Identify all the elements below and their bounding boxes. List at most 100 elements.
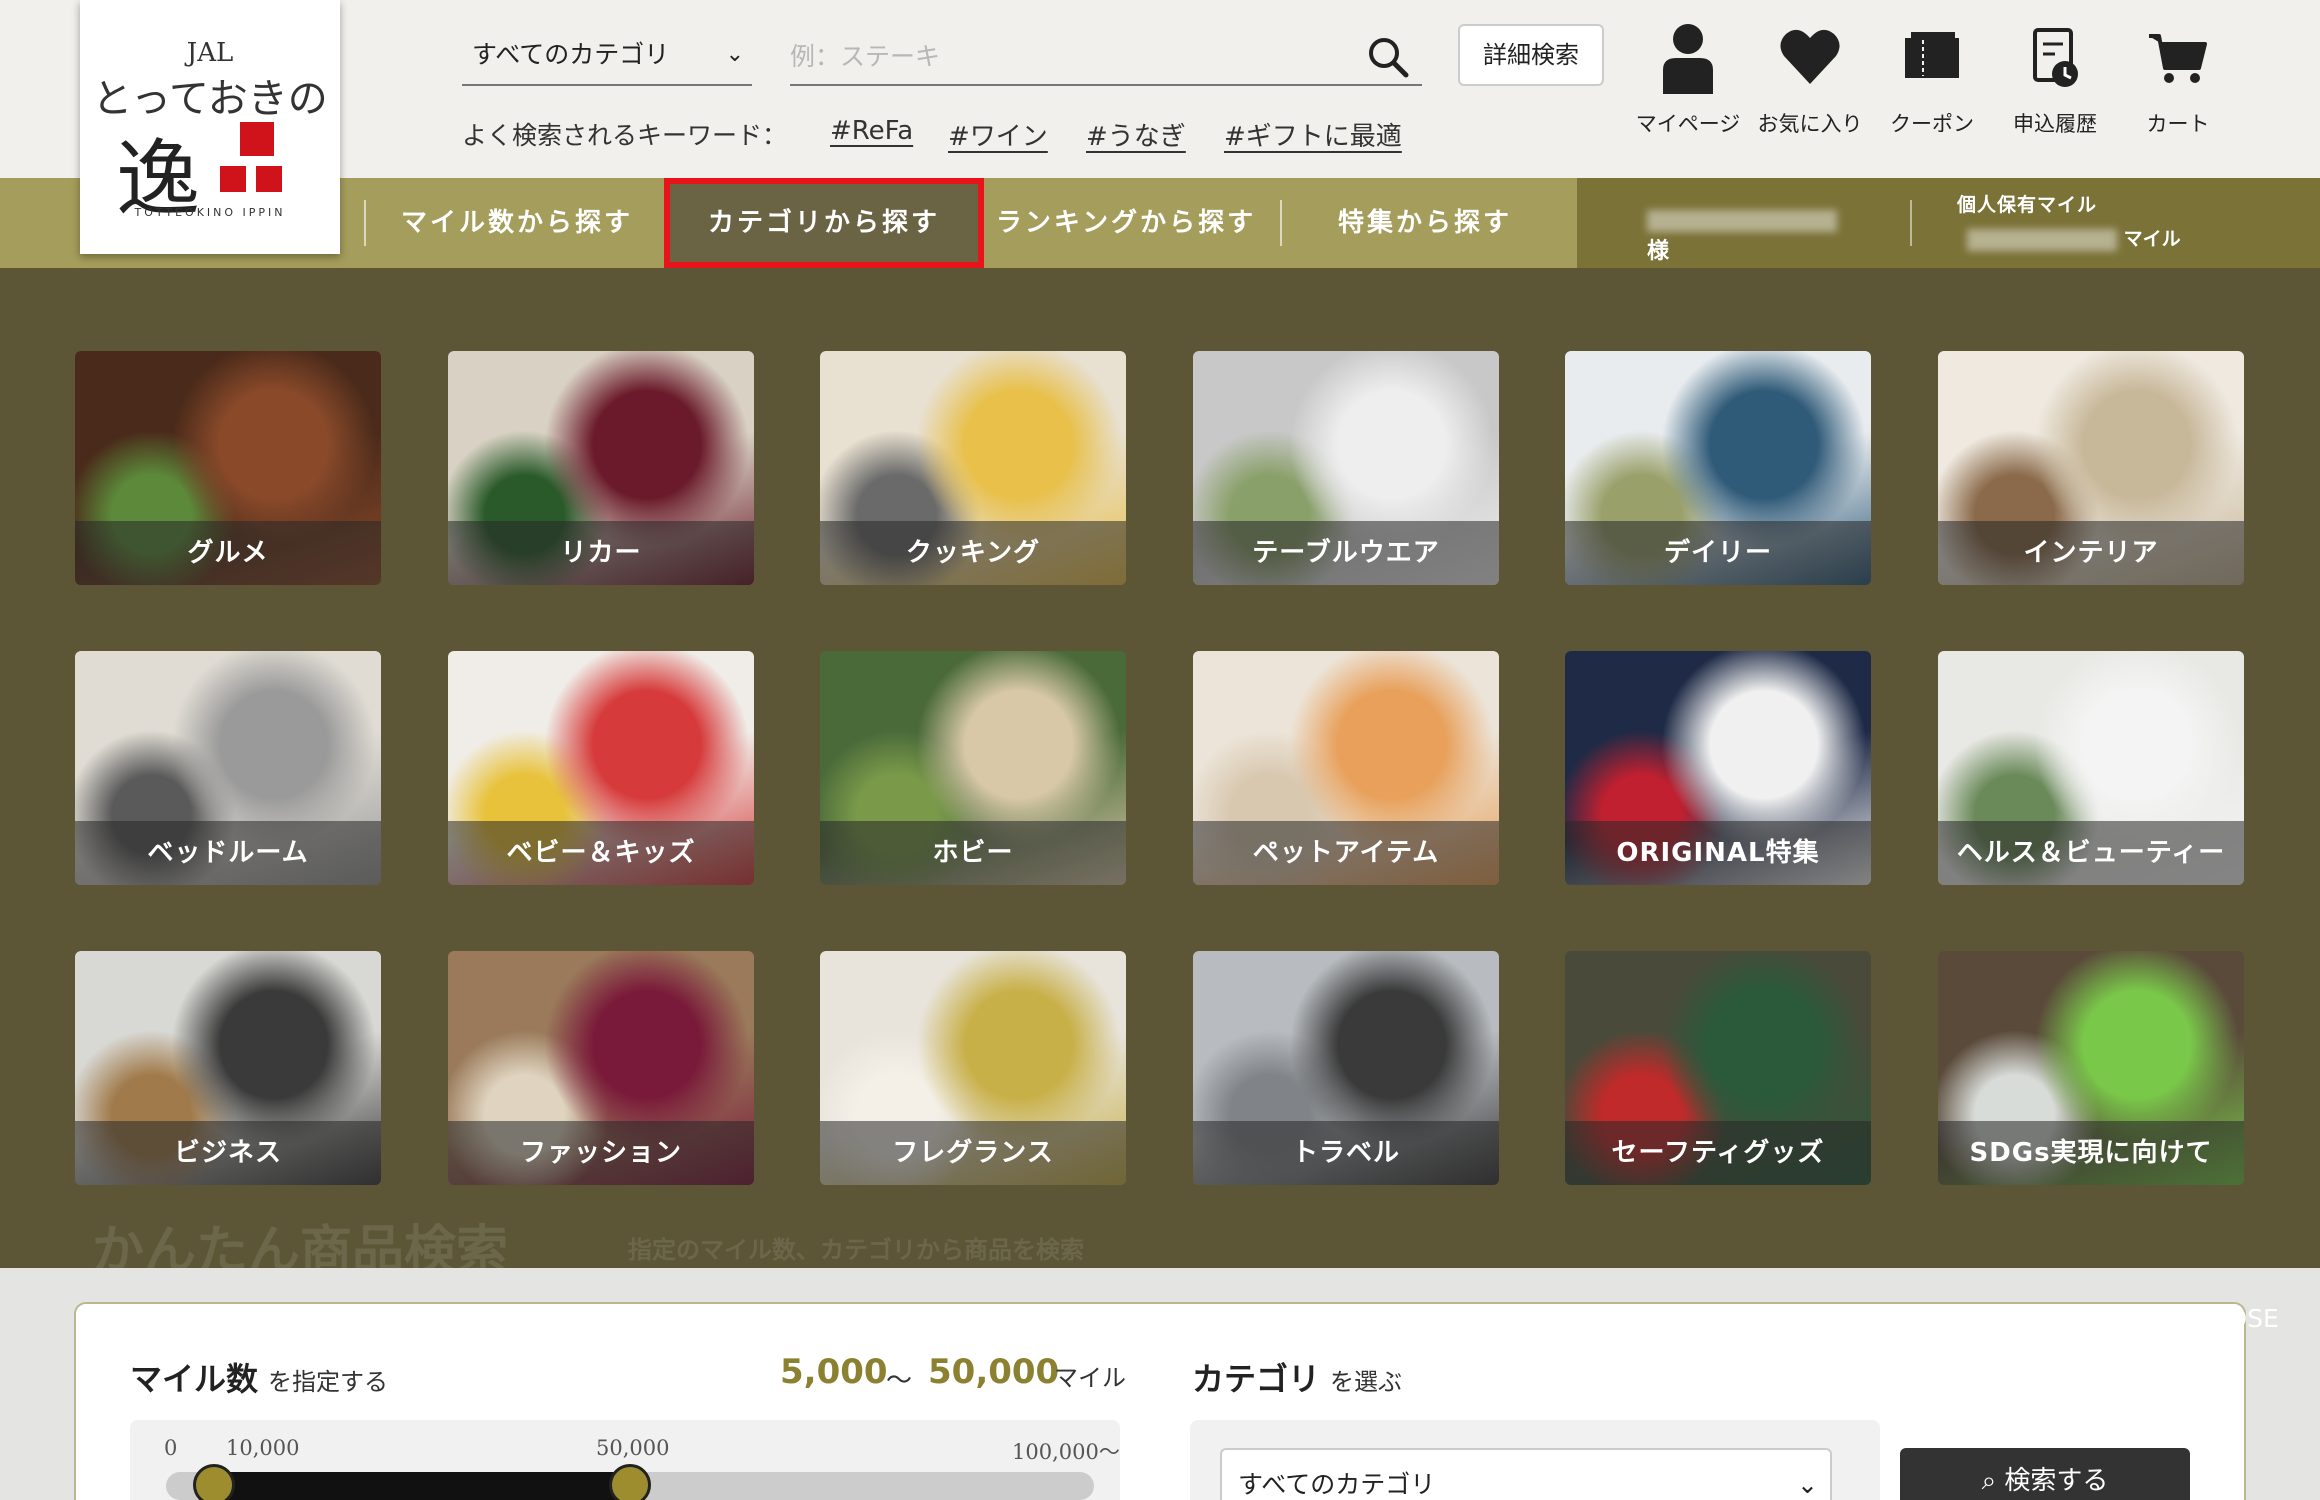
site-header: JAL とっておきの 逸 TOTTEOKINO IPPIN すべてのカテゴリ ⌄…	[0, 0, 2320, 254]
user-name[interactable]: 様	[1647, 208, 1847, 265]
site-logo[interactable]: JAL とっておきの 逸 TOTTEOKINO IPPIN	[80, 0, 340, 254]
logo-square-3	[256, 166, 282, 192]
category-label: セーフティグッズ	[1565, 1121, 1871, 1185]
heart-icon	[1780, 29, 1840, 84]
slider-min-handle[interactable]	[193, 1464, 235, 1500]
logo-square-2	[220, 166, 246, 192]
category-label: ビジネス	[75, 1121, 381, 1185]
category-select[interactable]: すべてのカテゴリ ⌄	[462, 28, 752, 86]
cart-button[interactable]: カート	[2118, 22, 2238, 142]
slider-max-handle[interactable]	[609, 1464, 651, 1500]
nav-item-ranking[interactable]: ランキングから探す	[990, 178, 1262, 268]
redacted-name	[1647, 210, 1837, 232]
logo-jal-text: JAL	[186, 38, 234, 68]
favorites-label: お気に入り	[1757, 112, 1863, 136]
miles-label: 個人保有マイル	[1957, 194, 2098, 216]
category-tile[interactable]: クッキング	[820, 351, 1126, 585]
user-info: 様 個人保有マイル マイル	[1577, 178, 2320, 268]
redacted-miles	[1967, 228, 2117, 251]
search-button-label: 検索する	[2004, 1466, 2109, 1496]
category-tile[interactable]: リカー	[448, 351, 754, 585]
panel-category-select[interactable]: すべてのカテゴリ ⌄	[1220, 1448, 1832, 1500]
category-label: リカー	[448, 521, 754, 585]
search-button[interactable]: ⌕ 検索する	[1900, 1448, 2190, 1500]
coupon-label: クーポン	[1890, 112, 1974, 136]
close-button[interactable]: ✕CLOSE	[2176, 1304, 2279, 1333]
search-icon[interactable]	[1365, 34, 1411, 80]
advanced-search-button[interactable]: 詳細検索	[1458, 24, 1604, 86]
category-tile[interactable]: ペットアイテム	[1193, 651, 1499, 885]
category-tile[interactable]: グルメ	[75, 351, 381, 585]
coupon-icon	[1905, 32, 1959, 78]
cart-icon	[2149, 34, 2207, 83]
mypage-label: マイページ	[1635, 112, 1741, 136]
category-tile[interactable]: トラベル	[1193, 951, 1499, 1185]
range-unit: マイル	[1054, 1364, 1126, 1392]
category-subtitle: を選ぶ	[1330, 1368, 1403, 1396]
range-tilde: ～	[886, 1366, 913, 1396]
category-tile[interactable]: ベッドルーム	[75, 651, 381, 885]
keyword-link[interactable]: #ワイン	[948, 116, 1048, 153]
range-max: 50,000	[928, 1352, 1060, 1392]
slider-tick: 0	[164, 1436, 178, 1460]
nav-item-category[interactable]: カテゴリから探す	[664, 178, 984, 268]
category-tile[interactable]: インテリア	[1938, 351, 2244, 585]
category-label: グルメ	[75, 521, 381, 585]
miles-unit: マイル	[2123, 228, 2181, 250]
logo-square-1	[240, 122, 274, 156]
category-label: フレグランス	[820, 1121, 1126, 1185]
category-label: ホビー	[820, 821, 1126, 885]
keywords-label: よく検索されるキーワード：	[462, 121, 788, 150]
search-input[interactable]	[790, 28, 1422, 86]
search-icon: ⌕	[1981, 1466, 2005, 1496]
person-icon	[1663, 24, 1713, 94]
nav-divider	[1280, 200, 1282, 246]
category-label: テーブルウエア	[1193, 521, 1499, 585]
slider-range-fill	[214, 1472, 630, 1500]
category-label: ベビー＆キッズ	[448, 821, 754, 885]
category-label: インテリア	[1938, 521, 2244, 585]
slider-tick: 100,000～	[1012, 1440, 1120, 1464]
category-tile[interactable]: デイリー	[1565, 351, 1871, 585]
category-tile[interactable]: ORIGINAL特集	[1565, 651, 1871, 885]
keyword-link[interactable]: #ギフトに最適	[1224, 116, 1402, 153]
favorites-button[interactable]: お気に入り	[1750, 22, 1870, 142]
category-label: ORIGINAL特集	[1565, 821, 1871, 885]
category-label: ファッション	[448, 1121, 754, 1185]
miles-section-title: マイル数 を指定する	[130, 1354, 388, 1400]
keyword-link[interactable]: #ReFa	[830, 116, 913, 146]
category-title: カテゴリ	[1192, 1360, 1321, 1398]
category-section-title: カテゴリ を選ぶ	[1192, 1354, 1402, 1400]
nav-item-features[interactable]: 特集から探す	[1290, 178, 1560, 268]
slider-tick: 10,000	[226, 1436, 300, 1460]
category-label: ペットアイテム	[1193, 821, 1499, 885]
miles-value: マイル	[1967, 224, 2181, 251]
cart-label: カート	[2146, 112, 2210, 136]
user-suffix: 様	[1647, 239, 1670, 264]
category-tile[interactable]: テーブルウエア	[1193, 351, 1499, 585]
history-label: 申込履歴	[2013, 112, 2097, 136]
category-tile[interactable]: フレグランス	[820, 951, 1126, 1185]
category-tile[interactable]: ファッション	[448, 951, 754, 1185]
category-tile[interactable]: SDGs実現に向けて	[1938, 951, 2244, 1185]
user-divider	[1910, 200, 1912, 246]
category-label: SDGs実現に向けて	[1938, 1121, 2244, 1185]
category-tile[interactable]: ビジネス	[75, 951, 381, 1185]
category-label: デイリー	[1565, 521, 1871, 585]
category-label: クッキング	[820, 521, 1126, 585]
keyword-link[interactable]: #うなぎ	[1086, 116, 1186, 153]
panel-category-value: すべてのカテゴリ	[1238, 1470, 1436, 1499]
nav-item-miles[interactable]: マイル数から探す	[372, 178, 662, 268]
category-label: トラベル	[1193, 1121, 1499, 1185]
history-button[interactable]: 申込履歴	[1995, 22, 2115, 142]
category-tile[interactable]: ベビー＆キッズ	[448, 651, 754, 885]
mypage-button[interactable]: マイページ	[1628, 22, 1748, 142]
coupon-button[interactable]: クーポン	[1872, 22, 1992, 142]
category-label: ベッドルーム	[75, 821, 381, 885]
category-tile[interactable]: ヘルス＆ビューティー	[1938, 651, 2244, 885]
category-tile[interactable]: セーフティグッズ	[1565, 951, 1871, 1185]
logo-subtitle: TOTTEOKINO IPPIN	[134, 206, 286, 219]
nav-divider	[364, 200, 366, 246]
category-tile[interactable]: ホビー	[820, 651, 1126, 885]
miles-subtitle: を指定する	[268, 1368, 389, 1396]
